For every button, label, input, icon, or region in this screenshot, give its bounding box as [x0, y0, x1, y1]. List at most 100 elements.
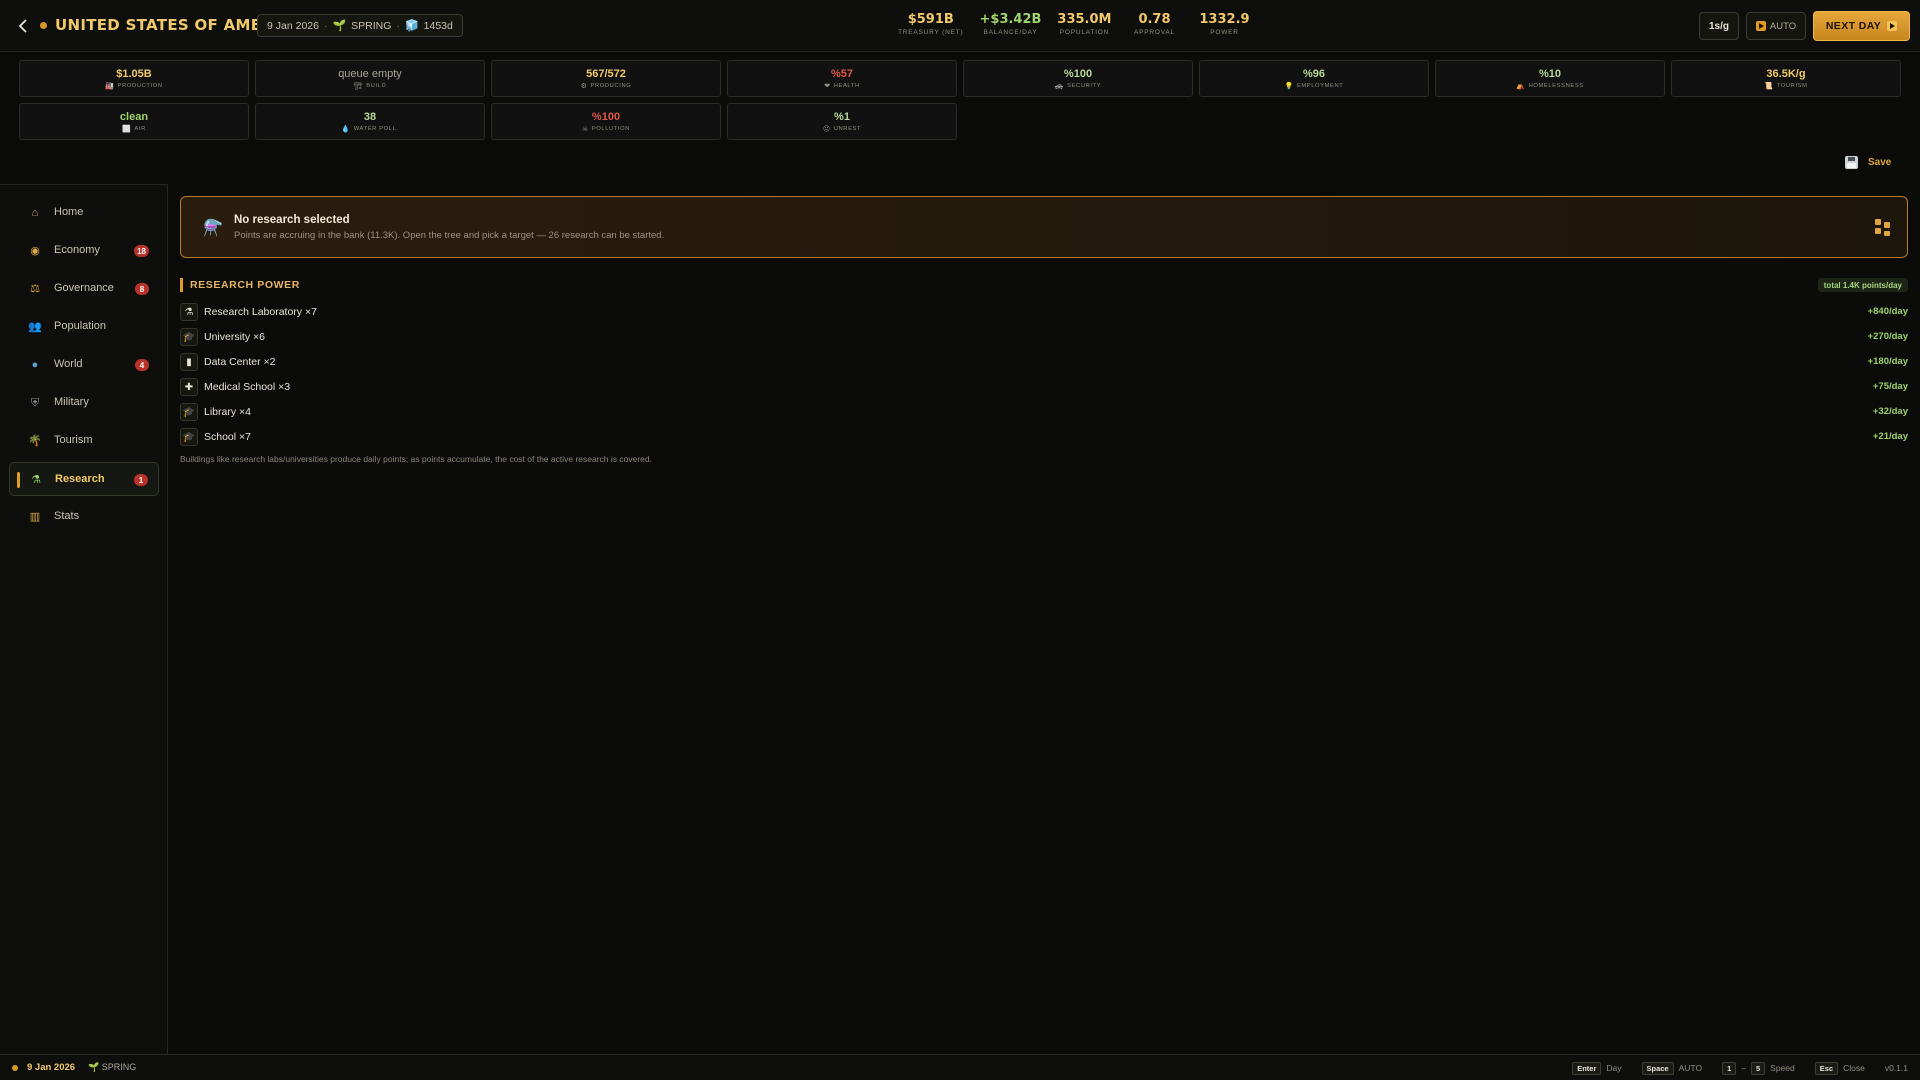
key-action: Speed [1770, 1063, 1795, 1073]
sidebar-item-world[interactable]: ● World 4 [9, 348, 159, 382]
header-date: 9 Jan 2026 [267, 19, 319, 32]
kpi-tourism[interactable]: 36.5K/g 📜 TOURISM [1671, 60, 1901, 97]
header-days: 1453d [423, 19, 453, 32]
palm-icon: 🌴 [28, 435, 42, 447]
research-source-row: ▮ Data Center ×2 +180/day [180, 350, 1908, 375]
stat-value: 0.78 [1138, 12, 1171, 27]
sidebar-item-label: Research [55, 473, 105, 485]
speed-button[interactable]: 1s/g [1699, 12, 1739, 40]
sidebar-item-economy[interactable]: ◉ Economy 18 [9, 234, 159, 268]
research-status-banner: ⚗️ No research selected Points are accru… [180, 196, 1908, 258]
sidebar-item-label: Population [54, 320, 106, 332]
auto-button[interactable]: AUTO [1746, 12, 1806, 40]
auto-label: AUTO [1769, 20, 1797, 32]
play-icon [1755, 21, 1766, 31]
kpi-label: ⚙ PRODUCING [580, 82, 632, 90]
shield-icon: ⛨ [30, 397, 40, 409]
research-source-row: ✚ Medical School ×3 +75/day [180, 375, 1908, 400]
sidebar-item-population[interactable]: 👥 Population [9, 310, 159, 344]
kpi-health[interactable]: %57 ❤ HEALTH [727, 60, 957, 97]
back-button[interactable] [12, 15, 34, 37]
kpi-label: 📜 TOURISM [1764, 82, 1808, 90]
factory-icon: 🏭 [105, 82, 115, 90]
sidebar-item-governance[interactable]: ⚖ Governance 8 [9, 272, 159, 306]
save-label: Save [1868, 156, 1892, 168]
sidebar-item-stats[interactable]: ▥ Stats [9, 500, 159, 534]
kpi-producing[interactable]: 567/572 ⚙ PRODUCING [491, 60, 721, 97]
kpi-value: %10 [1538, 67, 1562, 80]
bulb-icon: 💡 [1284, 82, 1294, 90]
police-car-icon: 🚓 [1054, 82, 1065, 90]
research-power-list: ⚗ Research Laboratory ×7 +840/day 🎓 Universi… [180, 300, 1908, 450]
research-source-name: Research Laboratory ×7 [204, 306, 317, 318]
research-source-name: Library ×4 [204, 406, 251, 418]
graduation-cap-icon: 🎓 [180, 328, 198, 346]
play-icon [1887, 21, 1898, 31]
section-accent [180, 278, 183, 292]
kpi-grid: $1.05B 🏭 PRODUCTION queue empty 🏗 BUILD 567/57… [19, 60, 1901, 140]
sidebar-item-label: Military [54, 396, 89, 408]
research-power-title: RESEARCH POWER [190, 279, 300, 291]
research-source-row: ⚗ Research Laboratory ×7 +840/day [180, 300, 1908, 325]
kpi-value: queue empty [338, 67, 402, 80]
people-icon: 👥 [28, 321, 42, 333]
sidebar-item-home[interactable]: ⌂ Home [9, 196, 159, 230]
notification-badge: 1 [134, 474, 148, 486]
graduation-cap-icon: 🎓 [180, 428, 198, 446]
sidebar-item-tourism[interactable]: 🌴 Tourism [9, 424, 159, 458]
stat-label: TREASURY (NET) [898, 29, 964, 36]
research-total-badge: total 1.4K points/day [1817, 278, 1908, 292]
kpi-label: ☠ POLLUTION [581, 125, 631, 133]
kpi-build[interactable]: queue empty 🏗 BUILD [255, 60, 485, 97]
kpi-label: ⛺ HOMELESSNESS [1516, 82, 1584, 90]
kpi-homelessness[interactable]: %10 ⛺ HOMELESSNESS [1435, 60, 1665, 97]
date-chip: 9 Jan 2026 · 🌱 SPRING · 🧊 1453d [257, 14, 463, 37]
heart-icon: ❤ [824, 82, 831, 90]
key-action: Day [1606, 1063, 1622, 1073]
key-hint: 5 [1750, 1061, 1766, 1075]
research-source-row: 🎓 Library ×4 +32/day [180, 400, 1908, 425]
stat-treasury-net: $591B TREASURY (NET) [890, 12, 972, 42]
floppy-disk-icon [1845, 155, 1858, 169]
save-button[interactable]: Save [1845, 152, 1891, 172]
kpi-air[interactable]: clean ⬜ AIR [19, 103, 249, 140]
kpi-value: %100 [1063, 67, 1093, 80]
medical-icon: ✚ [180, 378, 198, 396]
kpi-label: 🏭 PRODUCTION [105, 82, 163, 90]
home-icon: ⌂ [31, 207, 39, 219]
next-day-button[interactable]: NEXT DAY [1813, 11, 1910, 41]
kpi-production[interactable]: $1.05B 🏭 PRODUCTION [19, 60, 249, 97]
kpi-value: %1 [834, 110, 850, 123]
key-action: Close [1843, 1063, 1865, 1073]
stat-population: 335.0M POPULATION [1049, 12, 1119, 42]
sprout-icon: 🌱 [88, 1062, 100, 1072]
notification-badge: 8 [135, 283, 149, 295]
sidebar-item-military[interactable]: ⛨ Military [9, 386, 159, 420]
notification-badge: 18 [134, 245, 149, 257]
air-icon: ⬜ [122, 125, 132, 133]
stat-label: POWER [1210, 29, 1239, 36]
key-hint: Esc [1814, 1061, 1839, 1075]
banner-title: No research selected [234, 214, 350, 226]
sidebar-item-label: Stats [54, 510, 80, 522]
research-tree-button[interactable] [1875, 219, 1893, 237]
stat-value: 335.0M [1057, 12, 1112, 27]
kpi-security[interactable]: %100 🚓 SECURITY [963, 60, 1193, 97]
stat-label: POPULATION [1059, 29, 1110, 36]
key-action: AUTO [1678, 1063, 1703, 1073]
scales-icon: ⚖ [30, 283, 40, 295]
graduation-cap-icon: 🎓 [180, 403, 198, 421]
key-hint: 1 [1722, 1061, 1737, 1075]
kpi-employment[interactable]: %96 💡 EMPLOYMENT [1199, 60, 1429, 97]
research-source-value: +75/day [1872, 381, 1908, 392]
sidebar-item-label: World [54, 358, 83, 370]
sidebar-item-research[interactable]: ⚗ Research 1 [9, 462, 159, 496]
server-icon: ▮ [180, 353, 198, 371]
kpi-water-poll[interactable]: 38 💧 WATER POLL. [255, 103, 485, 140]
research-source-name: Data Center ×2 [204, 356, 276, 368]
research-source-value: +180/day [1867, 356, 1908, 367]
research-source-value: +21/day [1872, 431, 1908, 442]
kpi-unrest[interactable]: %1 😐 UNREST [727, 103, 957, 140]
kpi-label: 🚓 SECURITY [1054, 82, 1102, 90]
kpi-pollution[interactable]: %100 ☠ POLLUTION [491, 103, 721, 140]
